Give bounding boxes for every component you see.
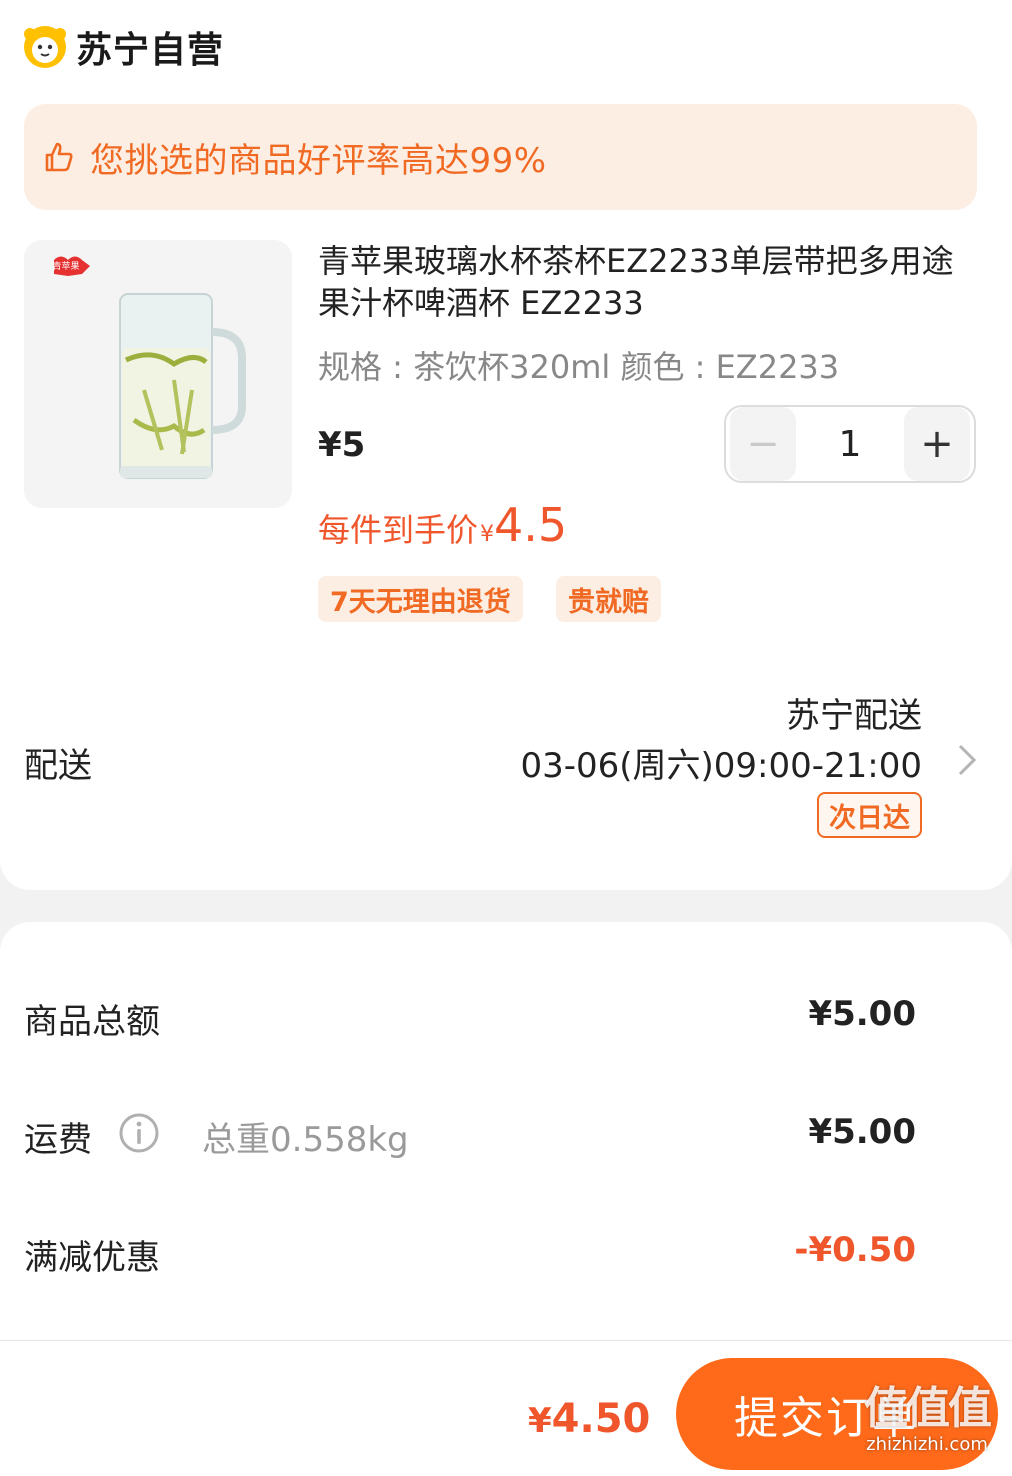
shipping-weight: 总重0.558kg: [202, 1120, 409, 1160]
glass-cup-image: 青苹果: [24, 240, 292, 508]
quantity-stepper: − 1 +: [724, 405, 976, 483]
watermark-url: zhizhizhi.com: [866, 1434, 988, 1455]
return-policy-tag: 7天无理由退货: [318, 576, 523, 622]
info-icon[interactable]: [118, 1112, 160, 1154]
quantity-increase-button[interactable]: +: [904, 407, 970, 481]
product-title[interactable]: 青苹果玻璃水杯茶杯EZ2233单层带把多用途果汁杯啤酒杯 EZ2233: [318, 240, 978, 324]
discount-value: -¥0.50: [794, 1230, 916, 1270]
product-spec[interactable]: 规格 : 茶饮杯320ml 颜色 : EZ2233: [318, 342, 839, 388]
unit-price-label: 每件到手价: [318, 511, 479, 549]
thumbs-up-icon: [45, 142, 73, 172]
total-price: ¥4.50: [528, 1396, 650, 1442]
image-brand-text: 青苹果: [52, 260, 79, 272]
total-price-currency: ¥: [528, 1401, 552, 1441]
site-watermark: 值值值 zhizhizhi.com: [842, 1384, 1012, 1476]
unit-price-value: 4.5: [494, 498, 568, 552]
product-price: ¥5: [318, 425, 366, 465]
quantity-decrease-button[interactable]: −: [730, 407, 796, 481]
chevron-right-icon[interactable]: [956, 742, 978, 778]
price-protection-tag: 贵就赔: [556, 576, 661, 622]
unit-price-currency: ¥: [480, 522, 495, 547]
goods-total-label: 商品总额: [24, 1002, 160, 1042]
watermark-logo: 值值值: [864, 1383, 992, 1434]
store-name: 苏宁自营: [76, 30, 225, 71]
delivery-time[interactable]: 03-06(周六)09:00-21:00: [520, 738, 922, 787]
suning-lion-logo-icon: [24, 26, 66, 68]
delivery-provider[interactable]: 苏宁配送: [786, 688, 922, 737]
product-image[interactable]: 青苹果: [24, 240, 292, 508]
quantity-value[interactable]: 1: [796, 407, 904, 481]
discount-label: 满减优惠: [24, 1238, 160, 1278]
total-price-value: 4.50: [551, 1396, 651, 1442]
next-day-badge: 次日达: [817, 792, 922, 838]
unit-price: 每件到手价¥4.5: [318, 498, 567, 552]
order-card: 苏宁自营 您挑选的商品好评率高达99% 青苹果 青苹果玻璃水杯茶杯EZ2233单…: [0, 0, 1012, 890]
shipping-label: 运费: [24, 1120, 92, 1160]
rating-banner: 您挑选的商品好评率高达99%: [24, 104, 977, 210]
delivery-label: 配送: [24, 746, 92, 786]
store-header[interactable]: 苏宁自营: [22, 22, 224, 72]
shipping-value: ¥5.00: [808, 1112, 916, 1152]
rating-text: 您挑选的商品好评率高达99%: [90, 140, 547, 181]
goods-total-value: ¥5.00: [808, 994, 916, 1034]
